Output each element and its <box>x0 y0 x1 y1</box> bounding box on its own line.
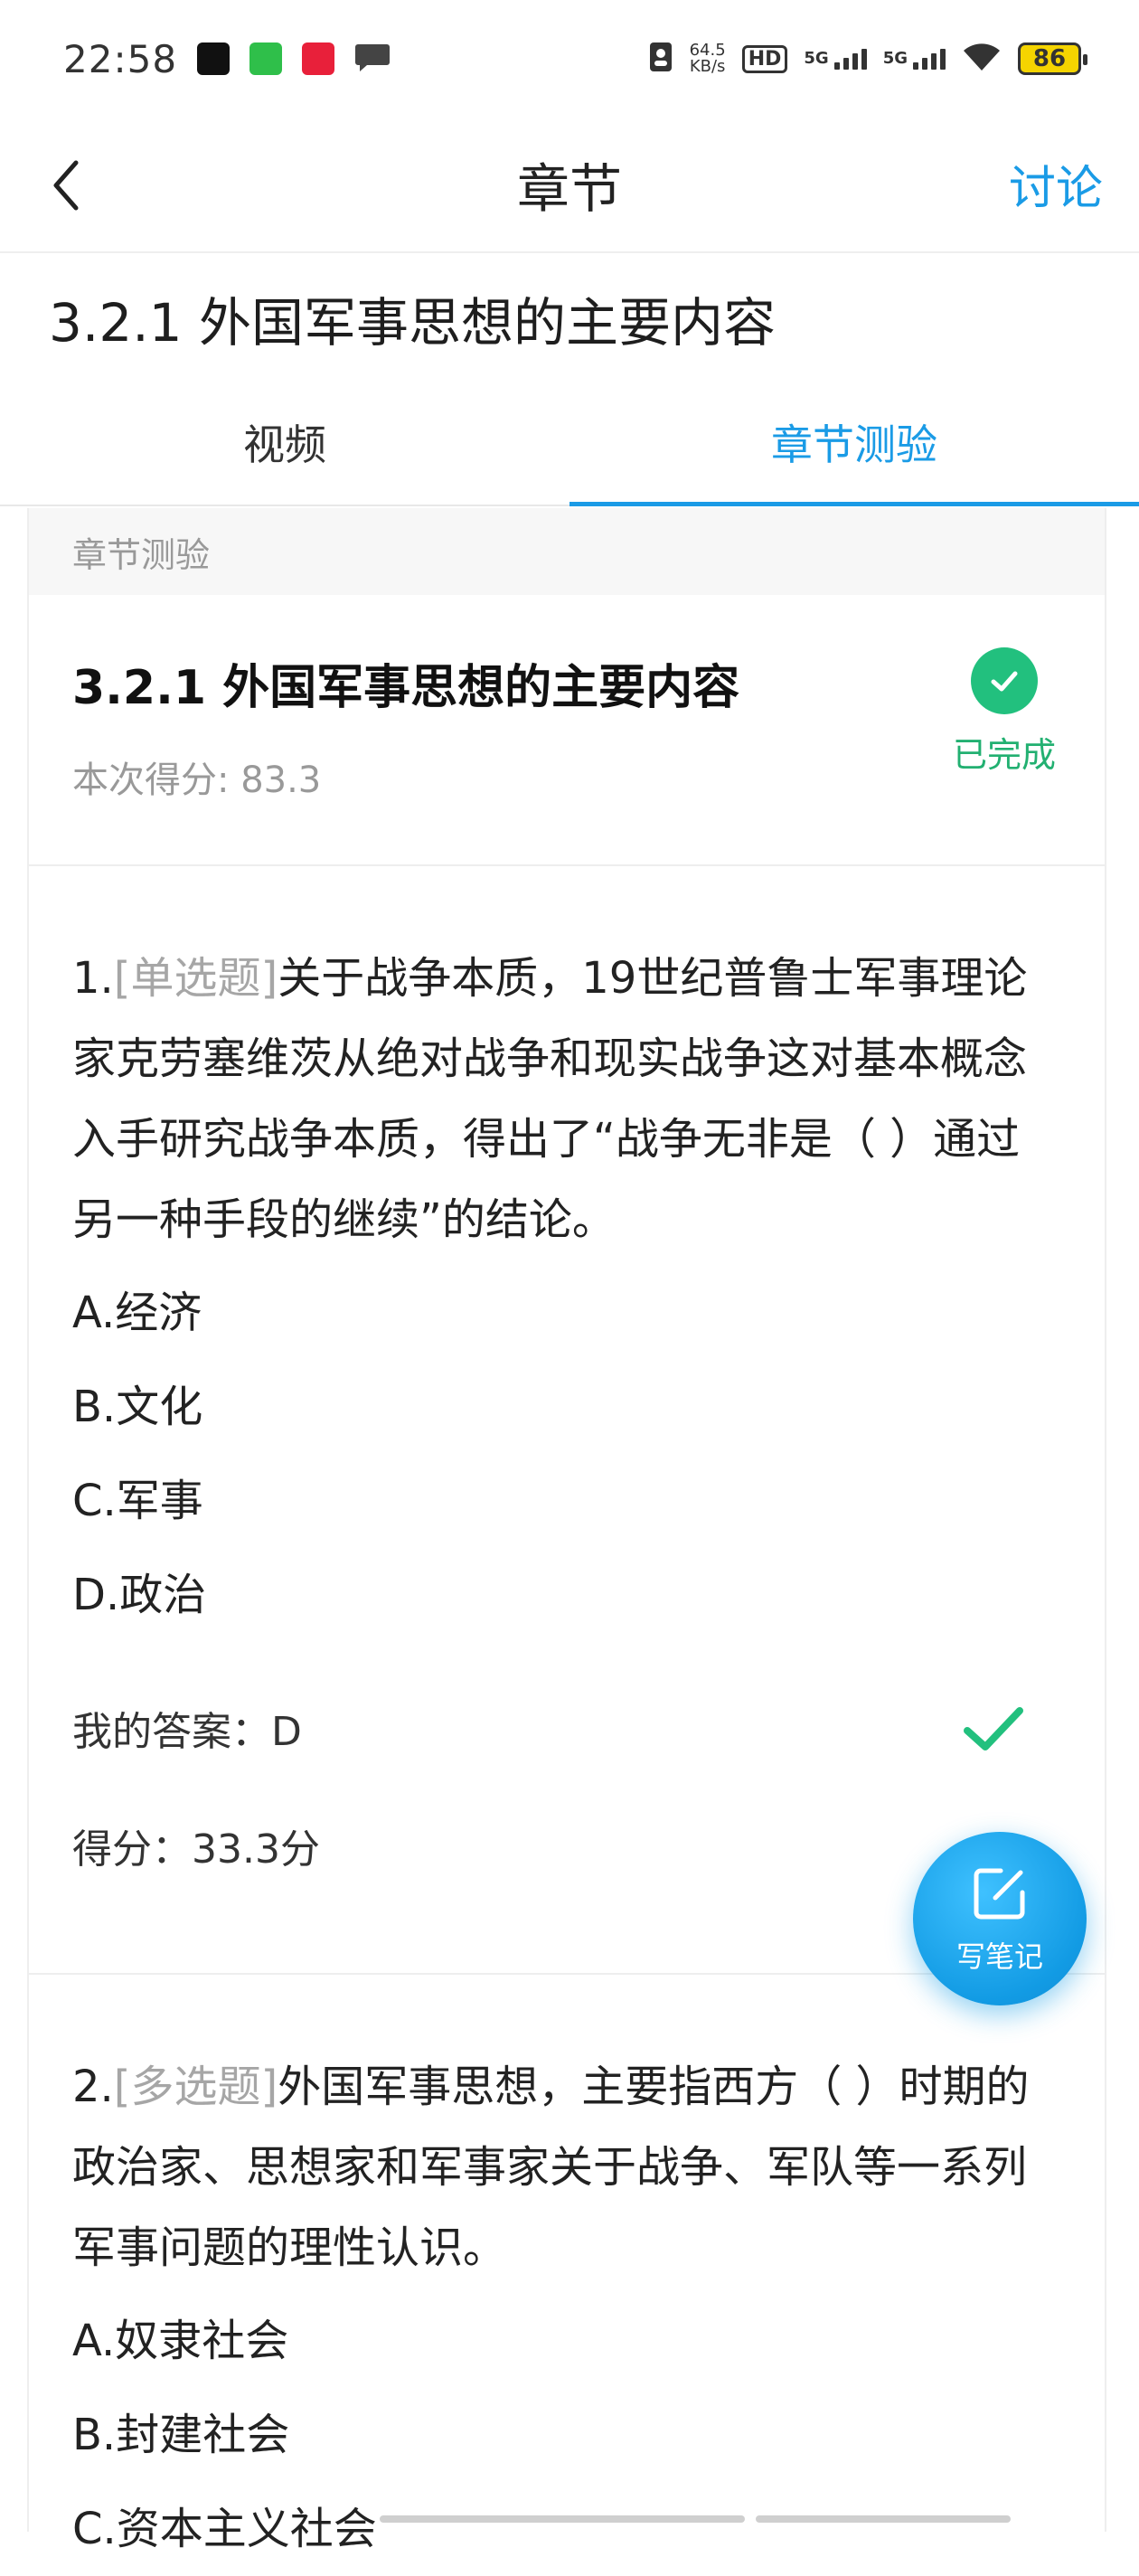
my-answer-row: 我的答案：D <box>72 1696 1061 1769</box>
question-type: [单选题] <box>113 953 278 1004</box>
signal-1-icon: 5G <box>804 48 867 70</box>
quiz-content: 章节测验 3.2.1 外国军事思想的主要内容 本次得分: 83.3 已完成 1.… <box>27 508 1106 2554</box>
quiz-header: 3.2.1 外国军事思想的主要内容 本次得分: 83.3 已完成 <box>29 595 1105 866</box>
quiz-score: 本次得分: 83.3 <box>72 760 322 801</box>
status-bar: 22:58 64.5 KB/s HD 5G 5G 86 <box>0 0 1139 118</box>
question-text: 1.[单选题]关于战争本质，19世纪普鲁士军事理论家克劳塞维茨从绝对战争和现实战… <box>72 939 1061 1260</box>
video-app-icon <box>249 42 283 75</box>
completed-label: 已完成 <box>952 735 1056 775</box>
net-speed: 64.5 KB/s <box>690 42 726 75</box>
question-1: 1.[单选题]关于战争本质，19世纪普鲁士军事理论家克劳塞维茨从绝对战争和现实战… <box>29 866 1105 1975</box>
hd-badge: HD <box>741 44 788 73</box>
status-right: 64.5 KB/s HD 5G 5G 86 <box>648 41 1087 77</box>
tab-chapter-quiz[interactable]: 章节测验 <box>570 380 1139 506</box>
tab-video[interactable]: 视频 <box>0 380 570 505</box>
question-number: 1. <box>72 953 114 1004</box>
signal-1-label: 5G <box>804 48 829 68</box>
signal-2-icon: 5G <box>882 48 946 70</box>
question-type: [多选题] <box>113 2062 278 2112</box>
my-answer: 我的答案：D <box>72 1709 302 1755</box>
write-note-button[interactable]: 写笔记 <box>913 1832 1087 2005</box>
signal-2-label: 5G <box>882 48 908 68</box>
edit-note-icon <box>974 1868 1025 1920</box>
nav-bar: 章节 讨论 <box>0 118 1139 253</box>
tiktok-icon <box>197 42 231 75</box>
tab-bar: 视频 章节测验 <box>0 380 1139 506</box>
net-speed-unit: KB/s <box>689 57 726 76</box>
wifi-icon <box>962 42 1002 76</box>
quiz-title: 3.2.1 外国军事思想的主要内容 <box>72 661 740 715</box>
option-c[interactable]: C.军事 <box>72 1454 1061 1548</box>
correct-check-icon <box>962 1703 1025 1778</box>
write-note-label: 写笔记 <box>955 1939 1043 1974</box>
completed-badge: 已完成 <box>953 647 1056 777</box>
option-c[interactable]: C.资本主义社会 <box>72 2482 1061 2576</box>
status-left: 22:58 <box>63 37 391 81</box>
section-header: 章节测验 <box>29 508 1105 595</box>
option-a[interactable]: A.奴隶社会 <box>72 2294 1061 2388</box>
chevron-left-icon <box>53 160 79 211</box>
scroll-indicator-left <box>380 2515 745 2523</box>
option-b[interactable]: B.封建社会 <box>72 2388 1061 2482</box>
question-text: 2.[多选题]外国军事思想，主要指西方（ ）时期的政治家、思想家和军事家关于战争… <box>72 2047 1061 2288</box>
question-number: 2. <box>72 2062 114 2112</box>
message-icon <box>354 41 391 77</box>
discuss-button[interactable]: 讨论 <box>1009 150 1103 218</box>
shopping-app-icon <box>302 42 335 75</box>
question-2: 2.[多选题]外国军事思想，主要指西方（ ）时期的政治家、思想家和军事家关于战争… <box>29 1975 1105 2576</box>
battery-icon: 86 <box>1018 42 1087 75</box>
check-circle-icon <box>970 647 1038 714</box>
status-time: 22:58 <box>63 36 178 81</box>
option-a[interactable]: A.经济 <box>72 1266 1061 1360</box>
option-d[interactable]: D.政治 <box>72 1548 1061 1642</box>
nav-title: 章节 <box>516 158 622 220</box>
scroll-indicator-right <box>756 2515 1011 2523</box>
sim-icon <box>648 41 673 77</box>
question-score: 得分：33.3分 <box>72 1826 320 1873</box>
chapter-title: 3.2.1 外国军事思想的主要内容 <box>49 292 777 354</box>
back-button[interactable] <box>36 154 99 217</box>
option-b[interactable]: B.文化 <box>72 1360 1061 1454</box>
